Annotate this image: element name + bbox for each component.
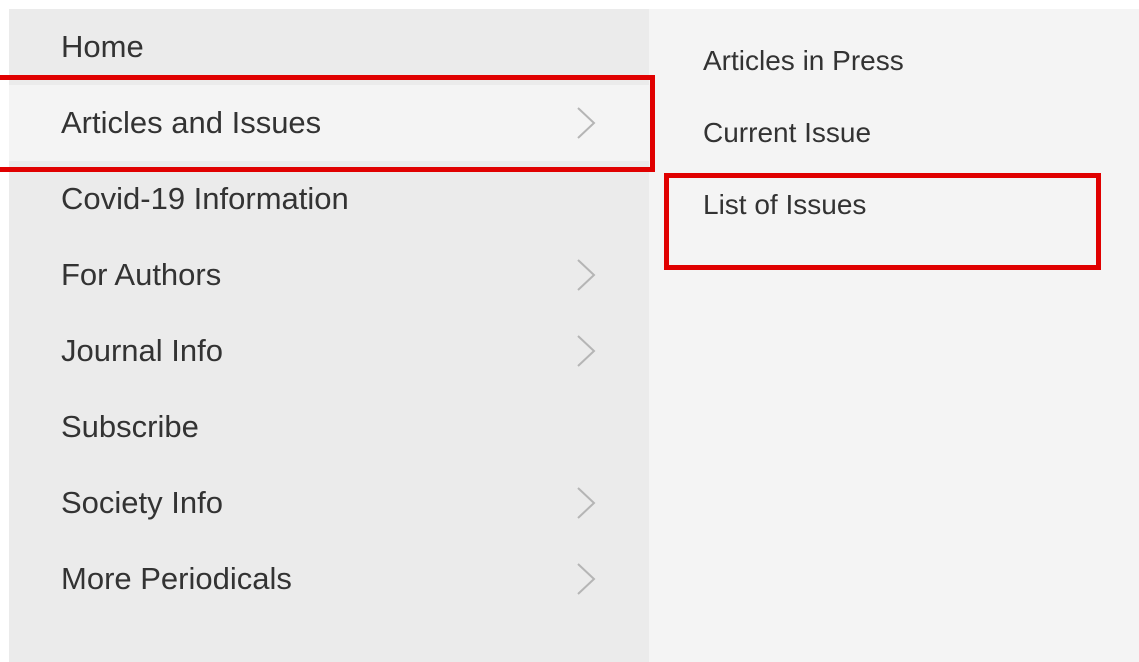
menu-item-label: Subscribe	[61, 409, 199, 444]
chevron-right-icon	[577, 107, 596, 139]
menu-item-label: Society Info	[61, 485, 223, 520]
navigation-menu: Home Articles and Issues Covid-19 Inform…	[9, 9, 1139, 662]
chevron-right-icon	[577, 259, 596, 291]
chevron-right-icon	[577, 335, 596, 367]
submenu-item-label: Current Issue	[703, 117, 872, 148]
main-menu-panel: Home Articles and Issues Covid-19 Inform…	[9, 9, 649, 662]
chevron-right-icon	[577, 563, 596, 595]
menu-item-label: Home	[61, 29, 144, 64]
menu-item-covid-19-information[interactable]: Covid-19 Information	[9, 161, 649, 237]
submenu-item-label: Articles in Press	[703, 45, 904, 76]
menu-item-more-periodicals[interactable]: More Periodicals	[9, 541, 649, 617]
submenu-item-list-of-issues[interactable]: List of Issues	[703, 175, 1083, 235]
submenu-item-label: List of Issues	[703, 189, 867, 220]
submenu-item-current-issue[interactable]: Current Issue	[703, 103, 1083, 163]
menu-item-label: For Authors	[61, 257, 222, 292]
submenu-panel: Articles in Press Current Issue List of …	[649, 9, 1139, 662]
menu-item-for-authors[interactable]: For Authors	[9, 237, 649, 313]
menu-item-subscribe[interactable]: Subscribe	[9, 389, 649, 465]
menu-item-journal-info[interactable]: Journal Info	[9, 313, 649, 389]
menu-item-home[interactable]: Home	[9, 9, 649, 85]
menu-item-label: Journal Info	[61, 333, 223, 368]
menu-item-articles-and-issues[interactable]: Articles and Issues	[9, 85, 649, 161]
menu-item-label: Covid-19 Information	[61, 181, 349, 216]
chevron-right-icon	[577, 487, 596, 519]
menu-item-label: Articles and Issues	[61, 105, 322, 140]
submenu-item-articles-in-press[interactable]: Articles in Press	[703, 31, 1083, 91]
menu-item-label: More Periodicals	[61, 561, 292, 596]
menu-item-society-info[interactable]: Society Info	[9, 465, 649, 541]
